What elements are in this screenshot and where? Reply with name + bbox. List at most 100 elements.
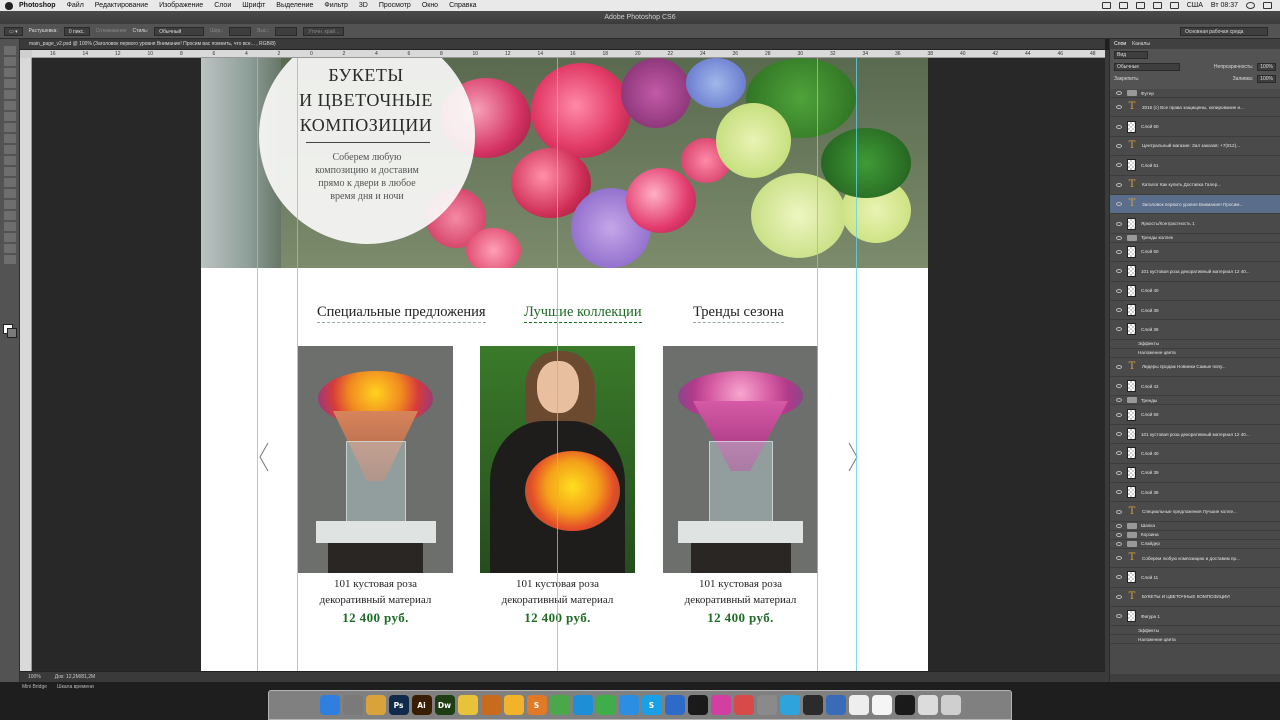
ruler-origin[interactable] bbox=[20, 50, 32, 58]
telegram-icon[interactable] bbox=[779, 695, 800, 715]
layer-group[interactable]: Слайдер bbox=[1110, 540, 1280, 549]
layer-row[interactable]: T Специальные предложения Лучшие колле... bbox=[1110, 502, 1280, 522]
visibility-eye-icon[interactable] bbox=[1116, 575, 1122, 580]
battery-icon[interactable] bbox=[1169, 2, 1179, 9]
menu-image[interactable]: Изображение bbox=[159, 2, 203, 9]
airplay-icon[interactable] bbox=[1118, 2, 1128, 9]
layer-group[interactable]: Корзина bbox=[1110, 531, 1280, 540]
layer-group[interactable]: Футер bbox=[1110, 89, 1280, 98]
gradient-tool-icon[interactable] bbox=[3, 167, 16, 176]
opacity-input[interactable]: 100% bbox=[1257, 63, 1276, 71]
product-card[interactable]: 101 кустовая роза декоративный материал … bbox=[663, 346, 818, 628]
type-tool-icon[interactable] bbox=[3, 211, 16, 220]
apple-menu-icon[interactable] bbox=[5, 1, 13, 10]
layer-row[interactable]: T БУКЕТЫ И ЦВЕТОЧНЫЕ КОМПОЗИЦИИ bbox=[1110, 588, 1280, 607]
tab-season-trends[interactable]: Тренды сезона bbox=[693, 304, 784, 323]
display-icon[interactable] bbox=[894, 695, 915, 715]
fill-input[interactable]: 100% bbox=[1257, 75, 1276, 83]
menu-app-name[interactable]: Photoshop bbox=[19, 2, 56, 9]
crop-tool-icon[interactable] bbox=[3, 90, 16, 99]
healing-tool-icon[interactable] bbox=[3, 112, 16, 121]
layer-row[interactable]: Слой 39 bbox=[1110, 301, 1280, 321]
itunes-icon[interactable] bbox=[710, 695, 731, 715]
layer-row[interactable]: Слой 11 bbox=[1110, 568, 1280, 588]
wifi-icon[interactable] bbox=[1135, 2, 1145, 9]
visibility-eye-icon[interactable] bbox=[1116, 470, 1122, 475]
safari-icon[interactable] bbox=[618, 695, 639, 715]
lasso-tool-icon[interactable] bbox=[3, 68, 16, 77]
chrome-icon[interactable] bbox=[365, 695, 386, 715]
chrome2-icon[interactable] bbox=[595, 695, 616, 715]
menu-help[interactable]: Справка bbox=[449, 2, 476, 9]
launchpad-icon[interactable] bbox=[342, 695, 363, 715]
visibility-eye-icon[interactable] bbox=[1116, 202, 1122, 207]
menu-3d[interactable]: 3D bbox=[359, 2, 368, 9]
tab-channels[interactable]: Каналы bbox=[1132, 39, 1150, 49]
blend-mode-select[interactable]: Обычные bbox=[1114, 63, 1180, 71]
visibility-eye-icon[interactable] bbox=[1116, 490, 1122, 495]
layer-group[interactable]: Шапка bbox=[1110, 522, 1280, 531]
layer-row[interactable]: Слой 50 bbox=[1110, 117, 1280, 137]
layer-group[interactable]: Тренды bbox=[1110, 396, 1280, 406]
marquee-tool-icon[interactable] bbox=[3, 57, 16, 66]
input-locale[interactable]: США bbox=[1187, 2, 1203, 9]
menu-type[interactable]: Шрифт bbox=[242, 2, 265, 9]
mini-bridge-tab[interactable]: Mini Bridge bbox=[22, 684, 47, 690]
stamp-tool-icon[interactable] bbox=[3, 134, 16, 143]
list-icon[interactable] bbox=[1263, 2, 1272, 9]
layer-filter-select[interactable]: Вид bbox=[1114, 51, 1148, 59]
visibility-eye-icon[interactable] bbox=[1116, 124, 1122, 129]
layer-row[interactable]: Наложение цвета bbox=[1110, 635, 1280, 645]
layer-row[interactable]: 101 кустовая роза декоративный материал … bbox=[1110, 425, 1280, 445]
layer-row[interactable]: Слой 51 bbox=[1110, 156, 1280, 176]
layer-row[interactable]: Слой 60 bbox=[1110, 243, 1280, 263]
visibility-eye-icon[interactable] bbox=[1116, 398, 1122, 403]
layer-row[interactable]: T Соберем любую композицию и доставим пр.… bbox=[1110, 549, 1280, 569]
product-card[interactable]: 101 кустовая роза декоративный материал … bbox=[298, 346, 453, 628]
layer-row[interactable]: Слой 42 bbox=[1110, 377, 1280, 397]
photoshop-icon[interactable]: Ps bbox=[388, 695, 409, 715]
visibility-eye-icon[interactable] bbox=[1116, 541, 1122, 546]
layer-row[interactable]: Наложение цвета bbox=[1110, 349, 1280, 358]
workspace-select[interactable]: Основная рабочая среда bbox=[1180, 26, 1268, 36]
layer-row[interactable]: Фигура 1 bbox=[1110, 607, 1280, 627]
path-select-tool-icon[interactable] bbox=[3, 222, 16, 231]
app-icon[interactable] bbox=[825, 695, 846, 715]
sketch-icon[interactable] bbox=[503, 695, 524, 715]
terminal-icon[interactable] bbox=[802, 695, 823, 715]
menu-layers[interactable]: Слои bbox=[214, 2, 231, 9]
layer-group[interactable]: Тренды коллек bbox=[1110, 234, 1280, 243]
visibility-eye-icon[interactable] bbox=[1116, 509, 1122, 514]
background-color-swatch[interactable] bbox=[7, 328, 17, 338]
feather-input[interactable]: 0 пикс. bbox=[63, 26, 90, 36]
layer-row[interactable]: Эффекты bbox=[1110, 340, 1280, 349]
layer-row[interactable]: T Каталог Как купить Доставка Галер... bbox=[1110, 176, 1280, 195]
steam-icon[interactable] bbox=[687, 695, 708, 715]
visibility-eye-icon[interactable] bbox=[1116, 327, 1122, 332]
visibility-eye-icon[interactable] bbox=[1116, 451, 1122, 456]
skype-icon[interactable]: S bbox=[641, 695, 662, 715]
photos-icon[interactable] bbox=[733, 695, 754, 715]
visibility-eye-icon[interactable] bbox=[1116, 384, 1122, 389]
layer-row[interactable]: 101 кустовая роза декоративный материал … bbox=[1110, 262, 1280, 282]
antialias-checkbox[interactable]: Сглаживание bbox=[96, 28, 127, 34]
menu-edit[interactable]: Редактирование bbox=[95, 2, 148, 9]
dropbox-icon[interactable] bbox=[1101, 2, 1111, 9]
visibility-eye-icon[interactable] bbox=[1116, 182, 1122, 187]
dreamweaver-icon[interactable]: Dw bbox=[434, 695, 455, 715]
slider-prev-arrow-icon[interactable] bbox=[259, 442, 269, 472]
brush-tool-icon[interactable] bbox=[3, 123, 16, 132]
visibility-eye-icon[interactable] bbox=[1116, 288, 1122, 293]
visibility-eye-icon[interactable] bbox=[1116, 556, 1122, 560]
maps-icon[interactable] bbox=[664, 695, 685, 715]
hand-tool-icon[interactable] bbox=[3, 244, 16, 253]
ruler-top[interactable]: 16 14 12 10 8 6 4 2 0 2 4 6 8 10 12 14 16 18 20 22 24 26 28 30 3… bbox=[32, 50, 1105, 58]
eraser-tool-icon[interactable] bbox=[3, 156, 16, 165]
doc2-icon[interactable] bbox=[871, 695, 892, 715]
trash-icon[interactable] bbox=[940, 695, 961, 715]
tool-preset-picker[interactable]: ▭ ▾ bbox=[4, 26, 23, 36]
visibility-eye-icon[interactable] bbox=[1116, 614, 1122, 619]
leaf-icon[interactable] bbox=[549, 695, 570, 715]
layer-row[interactable]: Слой 36 bbox=[1110, 483, 1280, 503]
layer-row[interactable]: Слой 36 bbox=[1110, 320, 1280, 340]
